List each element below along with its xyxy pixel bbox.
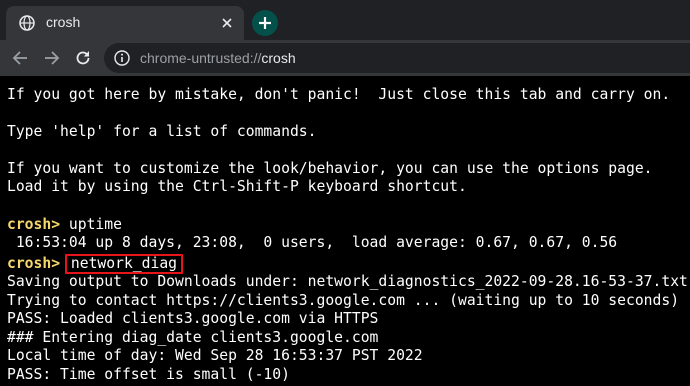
command-line-uptime: crosh> uptime [7, 216, 122, 234]
output-line-1: Saving output to Downloads under: networ… [7, 273, 688, 290]
uptime-output: 16:53:04 up 8 days, 23:08, 0 users, load… [7, 234, 618, 251]
tab-crosh[interactable]: crosh [6, 6, 244, 40]
forward-button[interactable] [40, 46, 64, 70]
tab-strip: crosh [0, 0, 690, 40]
command-line-network-diag: crosh> network_diag [7, 254, 184, 274]
address-bar[interactable]: chrome-untrusted://crosh [104, 43, 690, 73]
command-text: network_diag [70, 255, 178, 272]
intro-line-3: If you want to customize the look/behavi… [7, 160, 653, 177]
plus-icon [258, 16, 272, 30]
url-host: crosh [261, 50, 296, 66]
highlight-box: network_diag [64, 254, 184, 274]
reload-icon [76, 51, 90, 65]
output-line-5: Local time of day: Wed Sep 28 16:53:37 P… [7, 347, 423, 364]
arrow-right-icon [45, 51, 60, 65]
tab-title: crosh [46, 14, 81, 30]
url-text[interactable]: chrome-untrusted://crosh [140, 50, 296, 66]
close-icon[interactable] [216, 12, 238, 34]
crosh-terminal[interactable]: If you got here by mistake, don't panic!… [0, 76, 690, 386]
new-tab-button[interactable] [252, 10, 278, 36]
arrow-left-icon [12, 51, 27, 65]
crosh-prompt: crosh> [7, 255, 61, 272]
url-scheme: chrome-untrusted:// [140, 50, 262, 66]
globe-icon [18, 14, 36, 32]
output-line-2: Trying to contact https://clients3.googl… [7, 292, 680, 309]
output-line-3: PASS: Loaded clients3.google.com via HTT… [7, 310, 379, 327]
crosh-prompt: crosh> [7, 216, 61, 233]
output-line-6: PASS: Time offset is small (-10) [7, 366, 290, 383]
info-icon[interactable] [114, 50, 130, 66]
reload-button[interactable] [71, 46, 95, 70]
output-line-4: ### Entering diag_date clients3.google.c… [7, 329, 379, 346]
intro-line-4: Load it by using the Ctrl-Shift-P keyboa… [7, 178, 467, 195]
command-text: uptime [68, 216, 122, 233]
intro-line-1: If you got here by mistake, don't panic!… [7, 86, 671, 103]
back-button[interactable] [8, 46, 32, 70]
toolbar: chrome-untrusted://crosh [0, 40, 690, 76]
intro-line-2: Type 'help' for a list of commands. [7, 123, 317, 140]
